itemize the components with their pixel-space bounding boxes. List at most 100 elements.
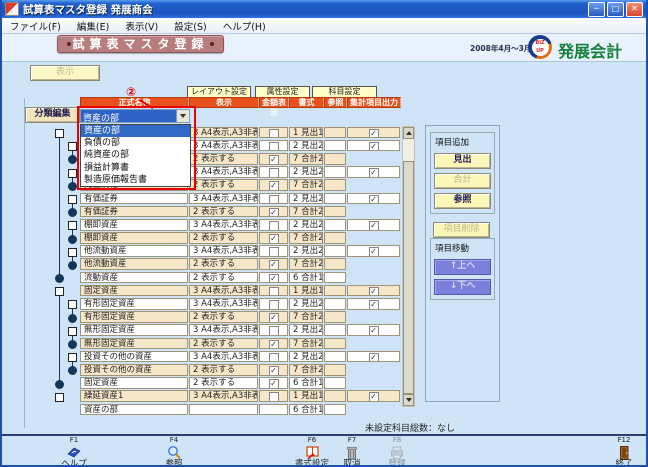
format-cell[interactable]: 7 合計2 [289, 206, 323, 218]
reference-cell[interactable] [324, 245, 346, 257]
reference-cell[interactable] [324, 127, 346, 139]
amount-checkbox[interactable] [269, 129, 279, 139]
add-reference-button[interactable]: 参照 [434, 193, 491, 209]
display-cell[interactable]: 2 表示する [189, 377, 258, 389]
display-cell[interactable]: 2 表示する [189, 272, 258, 284]
name-cell[interactable]: 無形固定資産 [80, 338, 188, 350]
display-cell[interactable]: 2 表示する [189, 311, 258, 323]
reference-cell[interactable] [324, 206, 346, 218]
amount-checkbox[interactable]: ✓ [269, 340, 279, 350]
name-cell[interactable]: 投資その他の資産 [80, 351, 188, 363]
move-down-button[interactable]: ↓下へ [434, 279, 491, 295]
name-cell[interactable]: 無形固定資産 [80, 324, 188, 336]
name-cell[interactable]: 他流動資産 [80, 258, 188, 270]
close-button[interactable]: ✕ [626, 2, 643, 17]
dropdown-option-4[interactable]: 製造原価報告書 [81, 174, 190, 186]
maximize-button[interactable]: □ [607, 2, 624, 17]
reference-cell[interactable] [324, 232, 346, 244]
fkey-f12[interactable]: F12終了 [602, 436, 646, 467]
reference-cell[interactable] [324, 324, 346, 336]
amount-checkbox[interactable] [269, 195, 279, 205]
dropdown-option-3[interactable]: 損益計算書 [81, 162, 190, 174]
reference-cell[interactable] [324, 377, 346, 389]
format-cell[interactable]: 6 合計1 [289, 272, 323, 284]
amount-checkbox[interactable] [269, 353, 279, 363]
display-cell[interactable]: 3 A4表示,A3非表示 [189, 140, 258, 152]
menu-item-3[interactable]: 設定(S) [174, 19, 206, 33]
name-cell[interactable]: 棚卸資産 [80, 232, 188, 244]
name-cell[interactable]: 固定資産 [80, 377, 188, 389]
output-checkbox[interactable]: ✓ [369, 195, 379, 205]
amount-checkbox[interactable] [269, 287, 279, 297]
format-cell[interactable]: 2 見出2 [289, 140, 323, 152]
display-cell[interactable]: 3 A4表示,A3非表示 [189, 245, 258, 257]
format-cell[interactable]: 2 見出2 [289, 245, 323, 257]
format-cell[interactable]: 6 合計1 [289, 404, 323, 416]
reference-cell[interactable] [324, 166, 346, 178]
name-cell[interactable]: 棚卸資産 [80, 219, 188, 231]
display-cell[interactable]: 2 表示する [189, 338, 258, 350]
fkey-f4[interactable]: F4参照 [152, 436, 196, 467]
add-total-button[interactable]: 合計 [434, 173, 491, 189]
format-cell[interactable]: 7 合計2 [289, 258, 323, 270]
display-cell[interactable]: 3 A4表示,A3非表示 [189, 127, 258, 139]
minimize-button[interactable]: ─ [588, 2, 605, 17]
format-cell[interactable]: 2 見出2 [289, 351, 323, 363]
display-cell[interactable]: 3 A4表示,A3非表示 [189, 298, 258, 310]
amount-checkbox[interactable]: ✓ [269, 260, 279, 270]
format-cell[interactable]: 2 見出2 [289, 324, 323, 336]
name-cell[interactable]: 資産の部 [80, 404, 188, 416]
amount-checkbox[interactable] [269, 142, 279, 152]
reference-cell[interactable] [324, 272, 346, 284]
amount-checkbox[interactable]: ✓ [269, 181, 279, 191]
format-cell[interactable]: 7 合計2 [289, 364, 323, 376]
amount-checkbox[interactable] [269, 300, 279, 310]
output-checkbox[interactable]: ✓ [369, 353, 379, 363]
amount-checkbox[interactable]: ✓ [269, 379, 279, 389]
scroll-down-icon[interactable] [403, 394, 414, 406]
reference-cell[interactable] [324, 193, 346, 205]
name-cell[interactable]: 有価証券 [80, 206, 188, 218]
reference-cell[interactable] [324, 364, 346, 376]
fkey-f8[interactable]: F8登録 [375, 436, 419, 467]
display-cell[interactable]: 3 A4表示,A3非表示 [189, 324, 258, 336]
dropdown-option-1[interactable]: 負債の部 [81, 137, 190, 149]
name-cell[interactable]: 有価証券 [80, 193, 188, 205]
display-cell[interactable]: 3 A4表示,A3非表示 [189, 166, 258, 178]
dropdown-option-2[interactable]: 純資産の部 [81, 149, 190, 161]
name-cell[interactable]: 投資その他の資産 [80, 364, 188, 376]
name-cell[interactable]: 固定資産 [80, 285, 188, 297]
output-checkbox[interactable]: ✓ [369, 247, 379, 257]
display-cell[interactable]: 2 表示する [189, 153, 258, 165]
display-cell[interactable]: 2 表示する [189, 179, 258, 191]
amount-checkbox[interactable] [269, 326, 279, 336]
name-cell[interactable]: 繰延資産1 [80, 390, 188, 402]
output-checkbox[interactable]: ✓ [369, 326, 379, 336]
scrollbar-thumb[interactable] [403, 161, 414, 394]
add-heading-button[interactable]: 見出 [434, 153, 491, 169]
amount-checkbox[interactable] [269, 247, 279, 257]
format-cell[interactable]: 2 見出2 [289, 298, 323, 310]
output-checkbox[interactable]: ✓ [369, 300, 379, 310]
reference-cell[interactable] [324, 140, 346, 152]
move-up-button[interactable]: ↑上へ [434, 259, 491, 275]
name-cell[interactable]: 他流動資産 [80, 245, 188, 257]
amount-checkbox[interactable]: ✓ [269, 234, 279, 244]
format-cell[interactable]: 2 見出2 [289, 166, 323, 178]
fkey-f6[interactable]: F6書式設定 [290, 436, 334, 467]
category-edit-button[interactable]: 分類編集 [25, 107, 80, 123]
name-cell[interactable]: 有形固定資産 [80, 311, 188, 323]
reference-cell[interactable] [324, 285, 346, 297]
reference-cell[interactable] [324, 338, 346, 350]
name-cell[interactable]: 流動資産 [80, 272, 188, 284]
output-checkbox[interactable]: ✓ [369, 168, 379, 178]
name-cell[interactable]: 有形固定資産 [80, 298, 188, 310]
menu-item-2[interactable]: 表示(V) [125, 19, 158, 33]
display-cell[interactable]: 2 表示する [189, 364, 258, 376]
reference-cell[interactable] [324, 311, 346, 323]
format-cell[interactable]: 2 見出2 [289, 193, 323, 205]
display-cell[interactable] [189, 404, 258, 416]
amount-checkbox[interactable]: ✓ [269, 366, 279, 376]
reference-cell[interactable] [324, 153, 346, 165]
amount-checkbox[interactable]: ✓ [269, 208, 279, 218]
